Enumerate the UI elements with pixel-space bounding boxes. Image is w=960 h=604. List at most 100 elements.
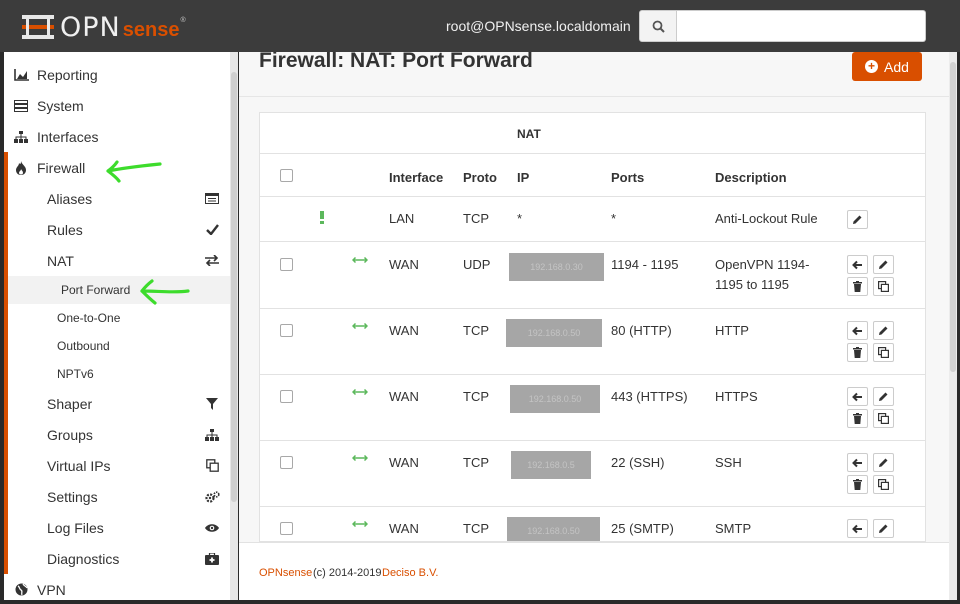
top-navbar: OPN sense ® root@OPNsense.localdomain xyxy=(0,0,960,52)
filter-icon xyxy=(204,397,220,410)
row-checkbox[interactable] xyxy=(280,522,293,535)
pencil-icon xyxy=(879,326,888,335)
exchange-icon xyxy=(204,255,220,266)
sidebar-scrollbar[interactable] xyxy=(230,52,238,600)
search-input[interactable] xyxy=(677,10,926,42)
clone-button[interactable] xyxy=(873,409,894,428)
table-row: WAN TCP 192.168.0.50 80 (HTTP) HTTP xyxy=(260,309,925,375)
col-interface[interactable]: Interface xyxy=(389,170,443,185)
row-checkbox[interactable] xyxy=(280,456,293,469)
sidebar-item-port-forward[interactable]: Port Forward xyxy=(4,276,230,304)
sidebar-item-log-files[interactable]: Log Files xyxy=(8,512,230,543)
clone-button[interactable] xyxy=(873,343,894,362)
sidebar-item-label: Interfaces xyxy=(37,128,99,145)
edit-button[interactable] xyxy=(873,255,894,274)
edit-button[interactable] xyxy=(873,519,894,538)
arrow-left-icon xyxy=(852,524,862,533)
edit-button[interactable] xyxy=(873,387,894,406)
opnsense-logo-mark-icon xyxy=(22,13,54,41)
ip-address-redacted: 192.168.0.5 xyxy=(511,451,591,479)
clone-icon xyxy=(878,413,889,424)
clone-button[interactable] xyxy=(873,475,894,494)
sidebar-item-system[interactable]: System xyxy=(4,90,230,121)
copy-rule-button[interactable] xyxy=(847,453,868,472)
pencil-icon xyxy=(879,392,888,401)
table-row: LAN TCP * * Anti-Lockout Rule xyxy=(260,198,925,242)
sidebar-item-one-to-one[interactable]: One-to-One xyxy=(8,304,230,332)
sidebar-item-reporting[interactable]: Reporting xyxy=(4,59,230,90)
arrow-left-icon xyxy=(852,392,862,401)
clone-button[interactable] xyxy=(873,277,894,296)
green-arrow-annotation-firewall xyxy=(106,160,162,183)
sidebar-item-label: Diagnostics xyxy=(47,550,120,567)
user-menu[interactable]: root@OPNsense.localdomain xyxy=(446,18,631,34)
sidebar-item-settings[interactable]: Settings xyxy=(8,481,230,512)
sidebar-item-label: Log Files xyxy=(47,519,104,536)
sidebar-item-interfaces[interactable]: Interfaces xyxy=(4,121,230,152)
sidebar-item-label: Virtual IPs xyxy=(47,457,111,474)
row-checkbox[interactable] xyxy=(280,390,293,403)
main-scrollbar[interactable] xyxy=(949,52,957,600)
arrow-left-icon xyxy=(852,326,862,335)
sidebar-item-label: Firewall xyxy=(37,159,86,176)
footer-brand-link[interactable]: OPNsense xyxy=(259,567,312,579)
copy-rule-button[interactable] xyxy=(847,387,868,406)
clone-icon xyxy=(878,479,889,490)
delete-button[interactable] xyxy=(847,475,868,494)
plus-circle-icon: + xyxy=(865,60,879,73)
ip-address-redacted: 192.168.0.30 xyxy=(509,253,604,281)
sidebar-item-label: NAT xyxy=(47,252,74,269)
sidebar-item-shaper[interactable]: Shaper xyxy=(8,388,230,419)
sidebar-item-nat[interactable]: NAT xyxy=(8,245,230,276)
sidebar-item-label: NPTv6 xyxy=(57,367,94,381)
sidebar-item-outbound[interactable]: Outbound xyxy=(8,332,230,360)
copy-rule-button[interactable] xyxy=(847,519,868,538)
ip-address-redacted: 192.168.0.50 xyxy=(506,319,602,347)
search-box xyxy=(639,10,926,42)
sidebar-item-nptv6[interactable]: NPTv6 xyxy=(8,360,230,388)
table-header-row: Interface Proto IP Ports Description xyxy=(260,154,925,197)
sidebar: Reporting System Interfaces Firewall Ali… xyxy=(4,52,238,600)
row-checkbox[interactable] xyxy=(280,258,293,271)
sidebar-item-label: Reporting xyxy=(37,66,98,83)
col-ports[interactable]: Ports xyxy=(611,170,644,185)
footer-copyright: (c) 2014-2019 xyxy=(313,567,382,579)
sidebar-item-aliases[interactable]: Aliases xyxy=(8,183,230,214)
edit-button[interactable] xyxy=(873,453,894,472)
sidebar-item-groups[interactable]: Groups xyxy=(8,419,230,450)
edit-button[interactable] xyxy=(847,210,868,229)
port-forward-table: NAT Interface Proto IP Ports Description… xyxy=(259,112,926,542)
col-ip[interactable]: IP xyxy=(517,170,529,185)
sidebar-item-label: Shaper xyxy=(47,395,93,412)
table-row: WAN TCP 192.168.0.50 443 (HTTPS) HTTPS xyxy=(260,375,925,441)
copy-rule-button[interactable] xyxy=(847,321,868,340)
table-row: WAN UDP 192.168.0.30 1194 - 1195 OpenVPN… xyxy=(260,243,925,309)
opnsense-logo[interactable]: OPN sense ® xyxy=(22,10,186,44)
sidebar-item-label: Outbound xyxy=(57,339,110,353)
col-description[interactable]: Description xyxy=(715,170,787,185)
table-group-header: NAT xyxy=(260,113,925,154)
sidebar-item-vpn[interactable]: VPN xyxy=(4,574,230,600)
add-button[interactable]: + Add xyxy=(852,52,922,81)
medkit-icon xyxy=(204,552,220,565)
sidebar-item-rules[interactable]: Rules xyxy=(8,214,230,245)
sidebar-item-label: Groups xyxy=(47,426,93,443)
pencil-icon xyxy=(853,215,862,224)
clone-icon xyxy=(878,281,889,292)
globe-icon xyxy=(12,583,30,596)
sidebar-item-virtual-ips[interactable]: Virtual IPs xyxy=(8,450,230,481)
delete-button[interactable] xyxy=(847,343,868,362)
clone-icon xyxy=(878,347,889,358)
delete-button[interactable] xyxy=(847,409,868,428)
row-checkbox[interactable] xyxy=(280,324,293,337)
search-button[interactable] xyxy=(639,10,677,42)
sidebar-item-diagnostics[interactable]: Diagnostics xyxy=(8,543,230,574)
arrows-h-icon xyxy=(352,454,368,462)
select-all-checkbox[interactable] xyxy=(280,169,293,182)
footer-company-link[interactable]: Deciso B.V. xyxy=(382,567,438,579)
delete-button[interactable] xyxy=(847,277,868,296)
copy-rule-button[interactable] xyxy=(847,255,868,274)
check-icon xyxy=(204,224,220,235)
col-proto[interactable]: Proto xyxy=(463,170,497,185)
edit-button[interactable] xyxy=(873,321,894,340)
